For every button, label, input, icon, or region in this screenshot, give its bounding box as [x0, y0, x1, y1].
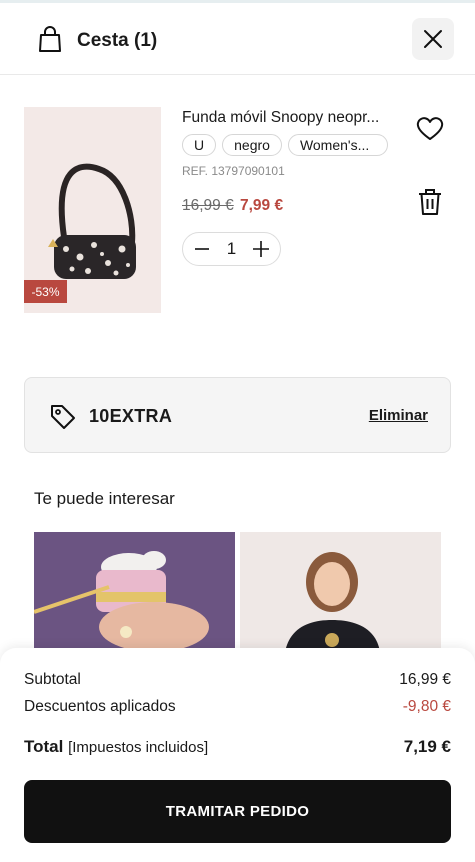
subtotal-value: 16,99 €	[399, 671, 451, 688]
suggestion-card-2[interactable]	[240, 532, 441, 652]
product-name[interactable]: Funda móvil Snoopy neopr...	[182, 109, 392, 127]
promo-code: 10EXTRA	[89, 406, 173, 426]
cart-title: Cesta (1)	[77, 30, 158, 51]
product-image[interactable]: -53%	[24, 107, 161, 313]
total-label: Total	[24, 737, 64, 756]
subtotal-row: Subtotal 16,99 €	[24, 671, 451, 689]
total-label-group: Total [Impuestos incluidos]	[24, 737, 208, 757]
checkout-button[interactable]: TRAMITAR PEDIDO	[24, 780, 451, 843]
decrease-quantity-button[interactable]	[193, 240, 211, 258]
color-chip: negro	[222, 134, 282, 156]
promo-code-box: 10EXTRA Eliminar	[24, 377, 451, 453]
category-chip-label: Women's...	[299, 137, 370, 153]
size-chip: U	[182, 134, 217, 156]
original-price: 16,99 €	[182, 197, 234, 214]
order-summary: Subtotal 16,99 € Descuentos aplicados -9…	[0, 648, 475, 862]
close-icon	[424, 30, 442, 48]
discount-row: Descuentos aplicados -9,80 €	[24, 698, 451, 716]
quantity-stepper: 1	[182, 232, 281, 266]
plus-icon	[253, 241, 269, 257]
shopping-bag-icon	[39, 26, 61, 52]
sale-price: 7,99 €	[240, 197, 284, 214]
heart-icon[interactable]	[416, 116, 444, 142]
suggestions-title: Te puede interesar	[34, 489, 175, 508]
quantity-value: 1	[226, 239, 237, 258]
remove-promo-link[interactable]: Eliminar	[369, 407, 428, 424]
discount-value: -9,80 €	[402, 698, 451, 715]
cart-header: Cesta (1)	[0, 3, 475, 75]
discount-label: Descuentos aplicados	[24, 698, 176, 715]
subtotal-label: Subtotal	[24, 671, 81, 688]
suggestion-card-1[interactable]	[34, 532, 235, 652]
suggestion-image-1	[34, 532, 235, 652]
suggestion-image-2	[240, 532, 441, 652]
total-value: 7,19 €	[403, 737, 451, 756]
minus-icon	[195, 248, 209, 250]
product-ref: REF. 13797090101	[182, 164, 285, 178]
trash-icon[interactable]	[418, 188, 442, 216]
increase-quantity-button[interactable]	[252, 240, 270, 258]
discount-badge: -53%	[24, 280, 67, 303]
tax-note: [Impuestos incluidos]	[68, 739, 209, 756]
tag-icon	[51, 405, 75, 429]
close-button[interactable]	[412, 18, 454, 60]
category-chip: Women's...	[287, 134, 388, 156]
product-attributes: U negro Women's...	[182, 134, 388, 156]
total-row: Total [Impuestos incluidos] 7,19 €	[24, 737, 451, 757]
